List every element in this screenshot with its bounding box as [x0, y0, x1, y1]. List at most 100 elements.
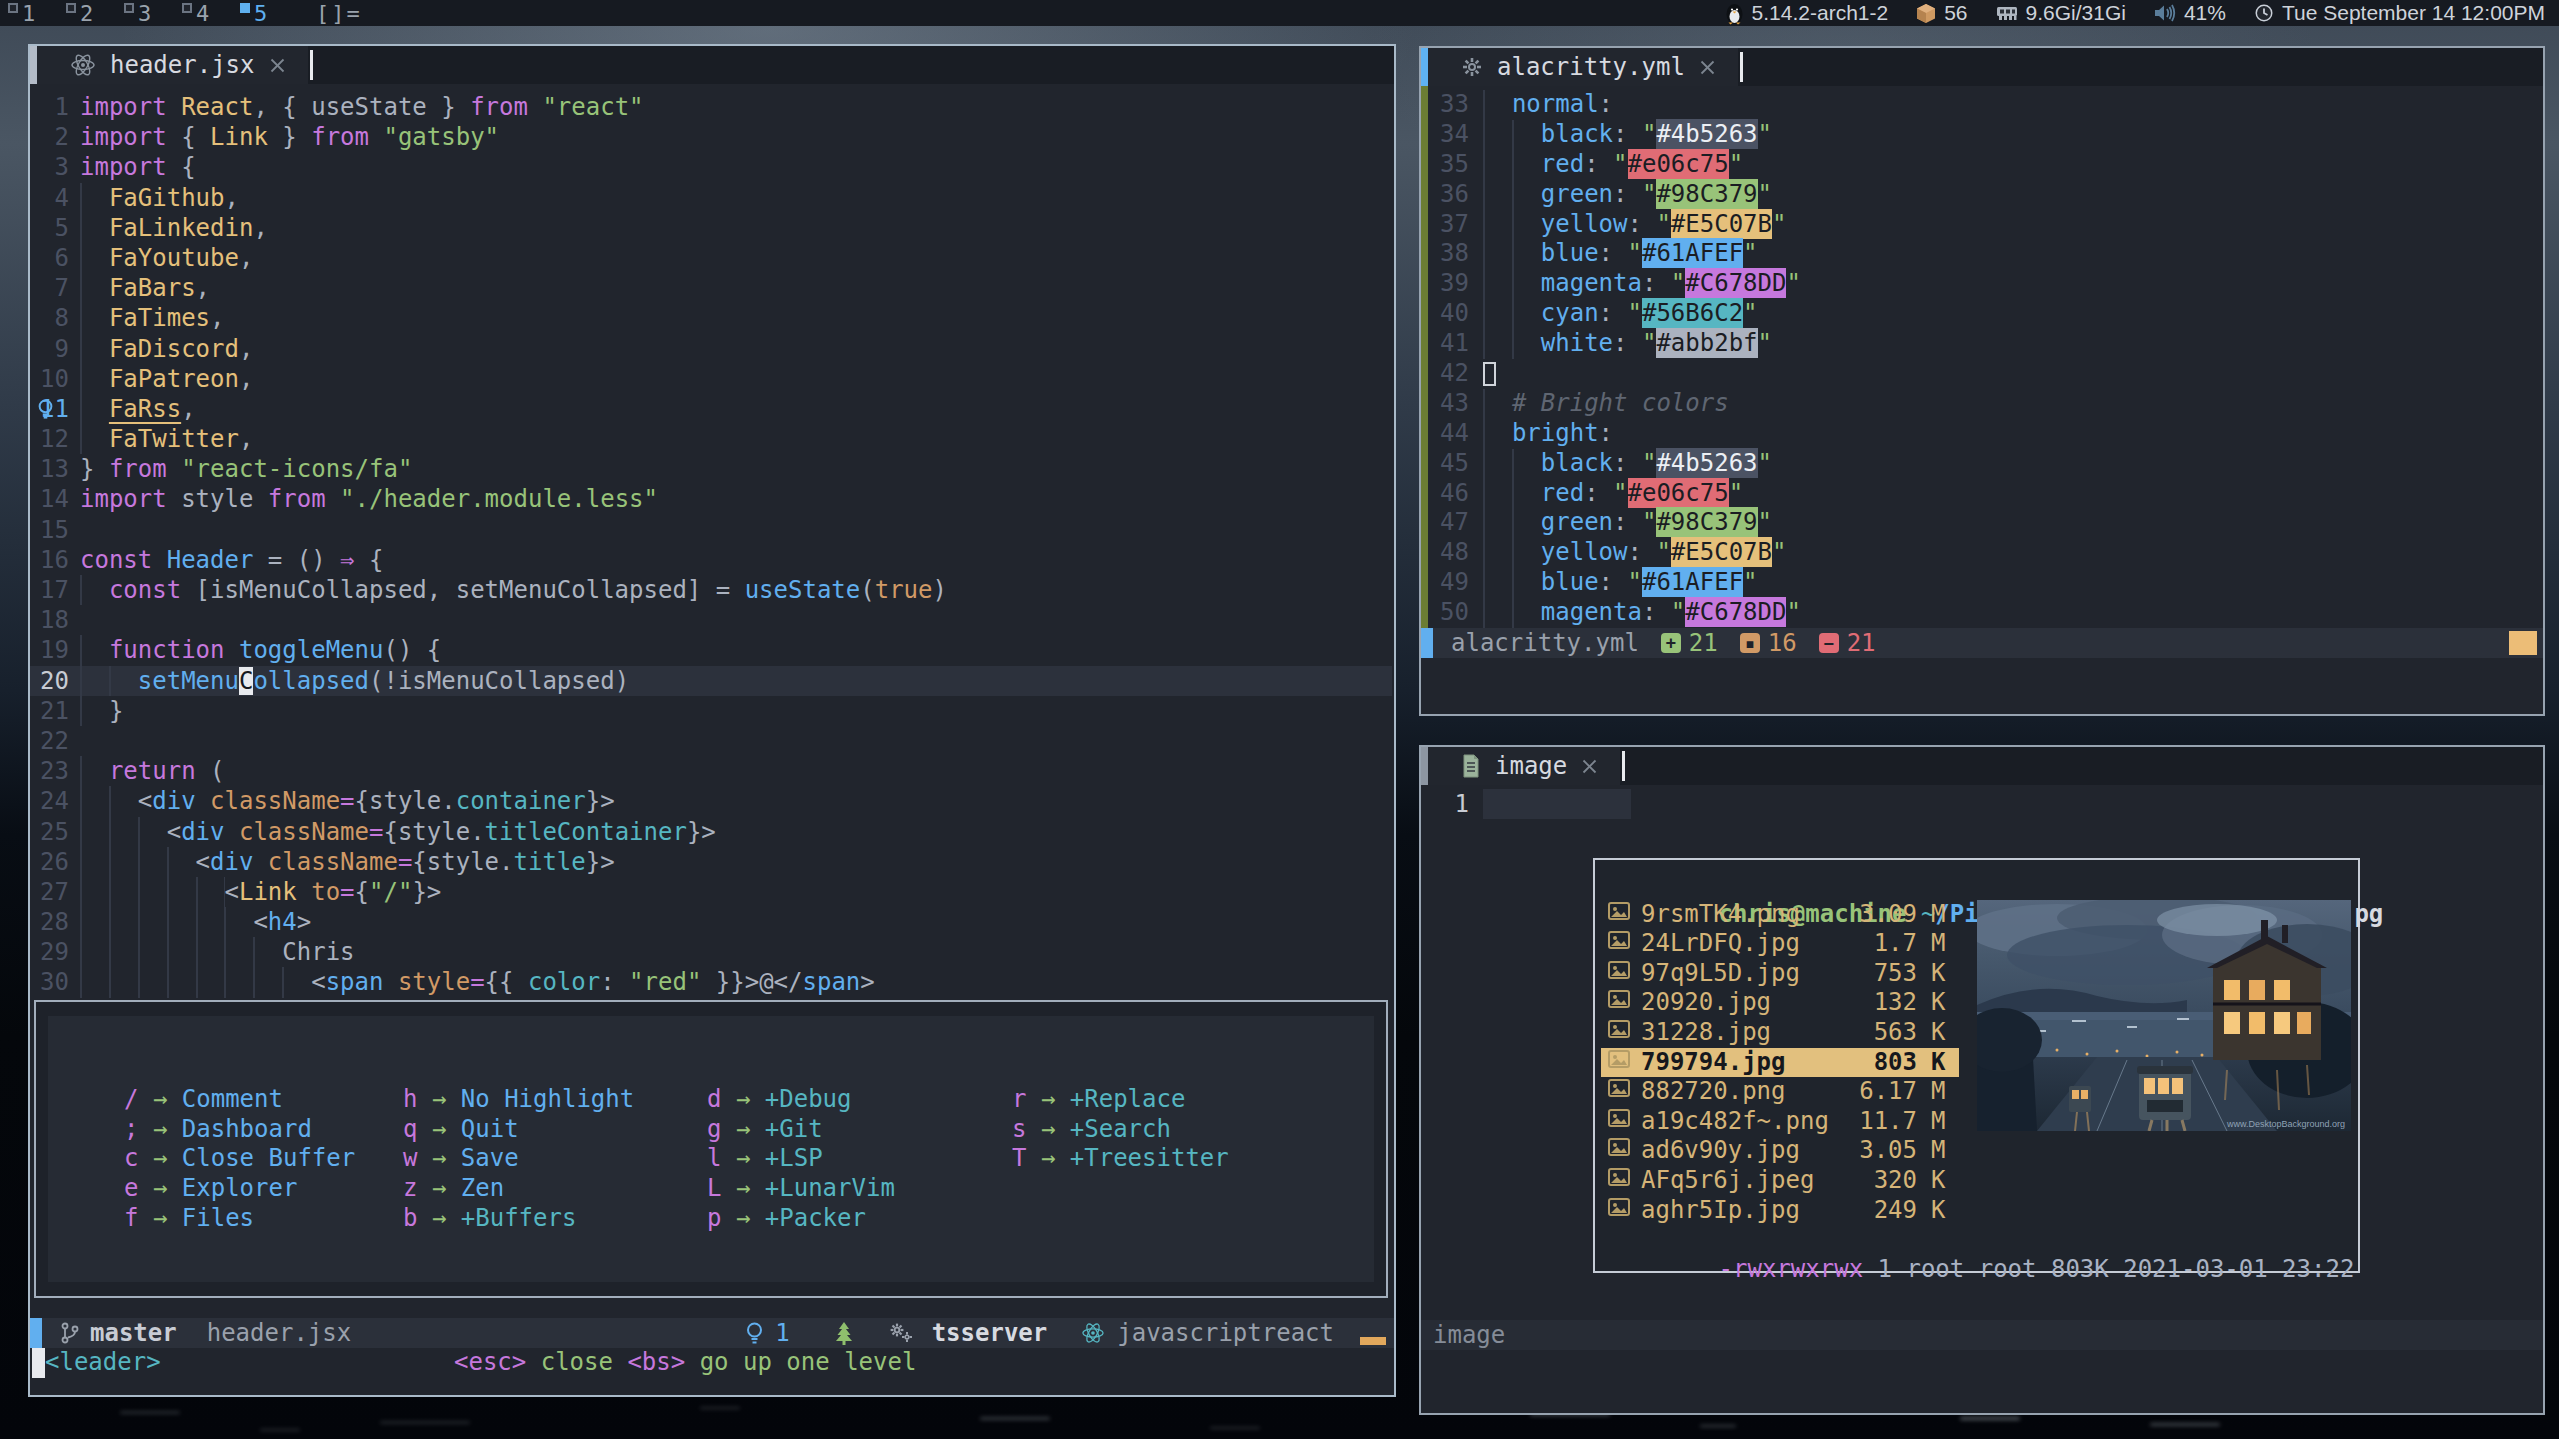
- line-number: 34: [1421, 120, 1469, 150]
- line-number: 20: [30, 666, 69, 696]
- git-added-icon: +: [1661, 633, 1681, 653]
- line-number: 8: [30, 303, 69, 333]
- statusline-filename: image: [1433, 1321, 1505, 1349]
- line-number: 38: [1421, 239, 1469, 269]
- line-number: 36: [1421, 180, 1469, 210]
- workspace-5[interactable]: 5: [240, 1, 284, 26]
- git-branch-icon: [60, 1321, 80, 1345]
- code-line: 6FaYoutube,: [30, 243, 1392, 273]
- status-module: 5.14.2-arch1-2: [1725, 1, 1889, 25]
- tab-title: image: [1495, 752, 1567, 780]
- file-list-item[interactable]: AFq5r6j.jpeg320K: [1595, 1166, 2358, 1196]
- tab-alacritty-yml[interactable]: alacritty.yml: [1421, 48, 1738, 86]
- line-number: 16: [30, 545, 69, 575]
- line-number: 18: [30, 605, 69, 635]
- code-line: 47green: "#98C379": [1421, 508, 2541, 538]
- whichkey-binding: l → +LSP: [707, 1144, 823, 1172]
- line-number: 42: [1421, 359, 1469, 389]
- code-line: 49blue: "#61AFEF": [1421, 568, 2541, 598]
- tab-image[interactable]: image: [1421, 747, 1620, 785]
- image-file-icon: [1607, 1018, 1641, 1040]
- tabline: image: [1421, 747, 2543, 785]
- line-number: 5: [30, 213, 69, 243]
- treesitter-icon: [834, 1321, 854, 1345]
- memory-icon: [1996, 4, 2018, 22]
- status-module: Tue September 14 12:00PM: [2254, 1, 2545, 25]
- package-icon: [1916, 3, 1936, 24]
- code-line: 7FaBars,: [30, 273, 1392, 303]
- code-line: 37yellow: "#E5C07B": [1421, 210, 2541, 240]
- git-added-count: 21: [1689, 629, 1718, 657]
- code-line: 2import { Link } from "gatsby": [30, 122, 1392, 152]
- code-line: 38blue: "#61AFEF": [1421, 239, 2541, 269]
- statusline-filename: alacritty.yml: [1451, 629, 1639, 657]
- close-icon[interactable]: [269, 57, 286, 74]
- line-number: 2: [30, 122, 69, 152]
- code-line: 36green: "#98C379": [1421, 180, 2541, 210]
- lsp-icon: [888, 1321, 914, 1345]
- lightbulb-icon: [36, 397, 55, 421]
- line-number: 46: [1421, 479, 1469, 509]
- file-list-item[interactable]: ad6v90y.jpg3.05M: [1595, 1136, 2358, 1166]
- workspace-3[interactable]: 3: [124, 1, 168, 26]
- code-line: 8FaTimes,: [30, 303, 1392, 333]
- topbar-status-modules: 5.14.2-arch1-2569.6Gi/31Gi41%Tue Septemb…: [1725, 1, 2559, 25]
- git-removed-icon: −: [1819, 633, 1839, 653]
- scrollbar-indicator: [1360, 1337, 1386, 1345]
- scroll-strip: [1421, 747, 1428, 785]
- line-number: 23: [30, 756, 69, 786]
- line-number: 30: [30, 967, 69, 997]
- code-area[interactable]: 1import React, { useState } from "react"…: [30, 84, 1392, 998]
- workspace-2[interactable]: 2: [66, 1, 110, 26]
- line-number: 24: [30, 786, 69, 816]
- image-file-icon: [1607, 1107, 1641, 1129]
- whichkey-binding: r → +Replace: [1012, 1085, 1185, 1113]
- code-line: 39magenta: "#C678DD": [1421, 269, 2541, 299]
- line-number: 21: [30, 696, 69, 726]
- status-module: 56: [1916, 1, 1967, 25]
- tabline: alacritty.yml: [1421, 48, 2543, 86]
- workspace-4[interactable]: 4: [182, 1, 226, 26]
- line-number: 12: [30, 424, 69, 454]
- code-line: 16const Header = () ⇒ {: [30, 545, 1392, 575]
- workspace-list: 12345: [8, 1, 298, 26]
- cmdline-hints: <esc> close <bs> go up one level: [454, 1348, 916, 1376]
- git-changed-count: 16: [1768, 629, 1797, 657]
- code-line: 20setMenuCollapsed(!isMenuCollapsed): [30, 666, 1392, 696]
- penguin-icon: [1725, 2, 1744, 25]
- wallpaper-image-preview: www.DesktopBackground.org: [1977, 900, 2351, 1131]
- tabline-cursor: [1622, 751, 1625, 781]
- tab-header-jsx[interactable]: header.jsx: [30, 46, 308, 84]
- code-line: 5FaLinkedin,: [30, 213, 1392, 243]
- close-icon[interactable]: [1581, 758, 1598, 775]
- code-line: 17const [isMenuCollapsed, setMenuCollaps…: [30, 575, 1392, 605]
- whichkey-binding: / → Comment: [124, 1085, 283, 1113]
- line-number: 6: [30, 243, 69, 273]
- code-line: 43# Bright colors: [1421, 389, 2541, 419]
- line-number: 40: [1421, 299, 1469, 329]
- code-area[interactable]: 33normal:34black: "#4b5263"35red: "#e06c…: [1421, 86, 2541, 628]
- git-branch: master: [90, 1319, 177, 1347]
- code-line: 19function toggleMenu() {: [30, 635, 1392, 665]
- filetype: javascriptreact: [1117, 1319, 1334, 1347]
- file-permissions: -rwxrwxrwx 1 root root 803K 2021-03-01 2…: [1595, 1225, 2358, 1255]
- tab-title: header.jsx: [110, 51, 255, 79]
- statusline-filename: header.jsx: [207, 1319, 352, 1347]
- code-line: 27<Link to={"/"}>: [30, 877, 1392, 907]
- status-module: 9.6Gi/31Gi: [1996, 1, 2126, 25]
- close-icon[interactable]: [1699, 59, 1716, 76]
- whichkey-binding: s → +Search: [1012, 1115, 1171, 1143]
- editor-window-image: image 1 chris@machine ~/Pictures/wallpap…: [1419, 745, 2545, 1415]
- layout-indicator: []=: [316, 1, 362, 26]
- tab-title: alacritty.yml: [1497, 53, 1685, 81]
- line-number: 9: [30, 334, 69, 364]
- line-number: 1: [30, 92, 69, 122]
- code-line: 30<span style={{ color: "red" }}>@</span…: [30, 967, 1392, 997]
- file-icon: [1461, 754, 1481, 778]
- code-line: 1import React, { useState } from "react": [30, 92, 1392, 122]
- whichkey-binding: e → Explorer: [124, 1174, 297, 1202]
- workspace-1[interactable]: 1: [8, 1, 52, 26]
- code-area[interactable]: 1: [1421, 785, 2541, 819]
- git-removed-count: 21: [1847, 629, 1876, 657]
- file-list-item[interactable]: aghr5Ip.jpg249K: [1595, 1196, 2358, 1226]
